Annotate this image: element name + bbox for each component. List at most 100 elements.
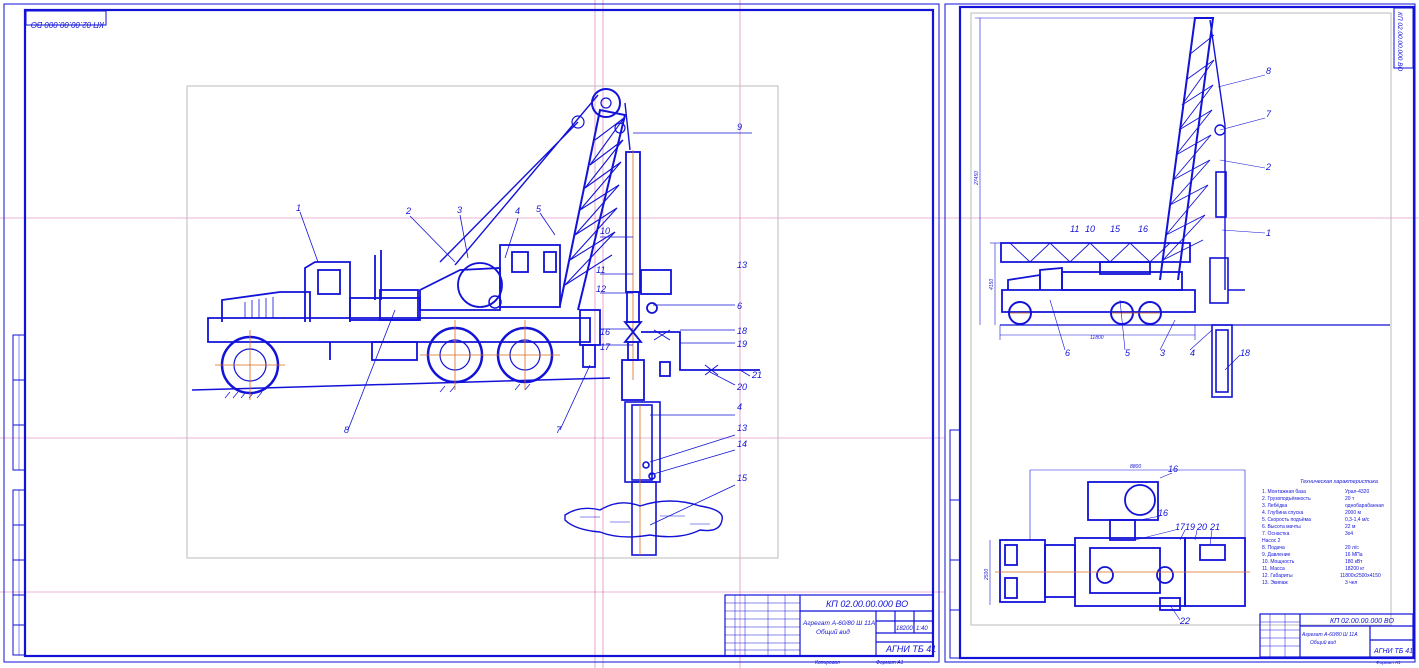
- left-corner-stamp: КП 02.00.00.000 ВО: [31, 20, 104, 29]
- callout-5: 5: [536, 204, 542, 214]
- rc-10: 10: [1085, 224, 1095, 234]
- callout-19: 19: [737, 339, 747, 349]
- right-truck: [1001, 261, 1196, 325]
- spec-label: 7. Оснастка: [1262, 531, 1290, 537]
- dim-height-low: 4150: [989, 279, 995, 290]
- left-footer-copy: Копировал: [815, 660, 840, 666]
- spec-value: 16 МПа: [1345, 552, 1363, 558]
- crane-mast: [439, 88, 631, 311]
- callout-7: 7: [556, 425, 562, 435]
- spec-value: 3 чел: [1345, 580, 1357, 586]
- rc-8: 8: [1266, 66, 1271, 76]
- callout-4: 4: [515, 206, 520, 216]
- wellhead-assembly: [621, 150, 760, 401]
- callout-8: 8: [344, 425, 349, 435]
- spec-value: 2000 м: [1345, 510, 1362, 516]
- callout-4b: 4: [737, 402, 742, 412]
- rc-16: 16: [1138, 224, 1148, 234]
- callout-17: 17: [600, 342, 611, 352]
- spec-label: 5. Скорость подъёма: [1262, 517, 1311, 523]
- left-title-name1: Агрегат А-60/80 Ш 11А: [802, 620, 875, 627]
- callout-16: 16: [600, 327, 610, 337]
- spec-label: 4. Глубина спуска: [1262, 510, 1303, 516]
- callout-13b: 13: [737, 423, 747, 433]
- construction-guides: [0, 0, 1419, 668]
- dim-length-base: 11800: [1090, 335, 1104, 341]
- rc-11: 11: [1070, 224, 1079, 234]
- callout-6: 6: [737, 301, 742, 311]
- tech-spec-title: Техническая характеристика: [1300, 479, 1378, 485]
- callout-3: 3: [457, 205, 462, 215]
- reservoir: [564, 500, 724, 538]
- callout-13: 13: [737, 260, 747, 270]
- right-well: [1211, 324, 1233, 398]
- right-title-name1: Агрегат А-60/80 Ш 11А: [1301, 632, 1358, 638]
- left-title-scale: 1:40: [916, 626, 928, 632]
- callout-11: 11: [596, 265, 605, 275]
- dim-height-total: 27450: [974, 171, 980, 186]
- spec-label: Насос 2: [1262, 538, 1281, 544]
- spec-value: однобарабанная: [1345, 503, 1384, 509]
- pc-22: 22: [1179, 616, 1190, 626]
- spec-value: 20 л/с: [1345, 545, 1359, 551]
- callout-14: 14: [737, 439, 747, 449]
- callout-1: 1: [296, 203, 301, 213]
- pc-16b: 16: [1158, 508, 1168, 518]
- left-title-group: АГНИ ТБ 41: [885, 644, 936, 654]
- spec-label: 1. Монтажная база: [1262, 489, 1306, 495]
- right-mast-view: [1000, 17, 1245, 304]
- pc-21: 21: [1209, 522, 1220, 532]
- spec-label: 11. Масса: [1262, 566, 1285, 572]
- right-sheet: КП 02.00.00.000 ВО 27450 4150 11800 8800…: [944, 3, 1416, 665]
- callout-21: 21: [751, 370, 762, 380]
- spec-label: 3. Лебёдка: [1262, 503, 1287, 509]
- truck-chassis: [207, 244, 601, 368]
- right-corner-stamp: КП 02.00.00.000 ВО: [1396, 12, 1403, 71]
- spec-label: 12. Габариты: [1262, 573, 1293, 579]
- rc-3: 3: [1160, 348, 1165, 358]
- spec-label: 10. Мощность: [1262, 559, 1295, 565]
- right-title-group: АГНИ ТБ 41: [1373, 648, 1413, 655]
- callout-20: 20: [736, 382, 747, 392]
- right-plan-view: [995, 481, 1250, 611]
- rc-4: 4: [1190, 348, 1195, 358]
- spec-label: 6. Высота мачты: [1262, 524, 1301, 530]
- dim-plan-length: 8800: [1130, 464, 1141, 470]
- rc-7: 7: [1266, 109, 1272, 119]
- dim-plan-width: 2500: [984, 569, 990, 581]
- left-title-code: КП 02.00.00.000 ВО: [826, 599, 908, 609]
- spec-value: 18200 кг: [1345, 566, 1364, 572]
- well-bore: [624, 401, 661, 556]
- spec-label: 8. Подача: [1262, 545, 1285, 551]
- callout-10: 10: [600, 226, 610, 236]
- rc-1: 1: [1266, 228, 1271, 238]
- left-title-name2: Общий вид: [816, 628, 850, 636]
- callout-15: 15: [737, 473, 748, 483]
- rc-6: 6: [1065, 348, 1070, 358]
- callout-12: 12: [596, 284, 606, 294]
- callout-9: 9: [737, 122, 742, 132]
- spec-value: 3x4: [1345, 531, 1353, 537]
- engineering-drawing: КП 02.00.00.000 ВО 1 2 3 4 5 6 7 8 9 10 …: [0, 0, 1419, 668]
- callout-2: 2: [405, 206, 411, 216]
- spec-label: 2. Грузоподъёмность: [1262, 496, 1311, 502]
- spec-value: 0,3-1,4 м/с: [1345, 517, 1370, 523]
- left-sheet: КП 02.00.00.000 ВО 1 2 3 4 5 6 7 8 9 10 …: [3, 3, 940, 666]
- spec-value: Урал-4320: [1345, 489, 1369, 495]
- spec-value: 20 т: [1345, 496, 1355, 502]
- left-footer-format: Формат А1: [876, 660, 904, 666]
- callout-18: 18: [737, 326, 747, 336]
- rc-15: 15: [1110, 224, 1121, 234]
- pc-19: 19: [1185, 522, 1195, 532]
- rc-5: 5: [1125, 348, 1131, 358]
- spec-label: 9. Давление: [1262, 552, 1291, 558]
- right-title-code: КП 02.00.00.000 ВО: [1330, 618, 1394, 625]
- spec-value: 180 кВт: [1345, 559, 1363, 565]
- tech-spec: Техническая характеристика 1. Монтажная …: [1262, 479, 1384, 586]
- right-title-name2: Общий вид: [1310, 639, 1336, 646]
- pc-20: 20: [1196, 522, 1207, 532]
- spec-value: 11800x2500x4150: [1340, 573, 1381, 579]
- spec-value: 22 м: [1345, 524, 1356, 530]
- rc-2: 2: [1265, 162, 1271, 172]
- right-footer-format: Формат А1: [1376, 660, 1401, 665]
